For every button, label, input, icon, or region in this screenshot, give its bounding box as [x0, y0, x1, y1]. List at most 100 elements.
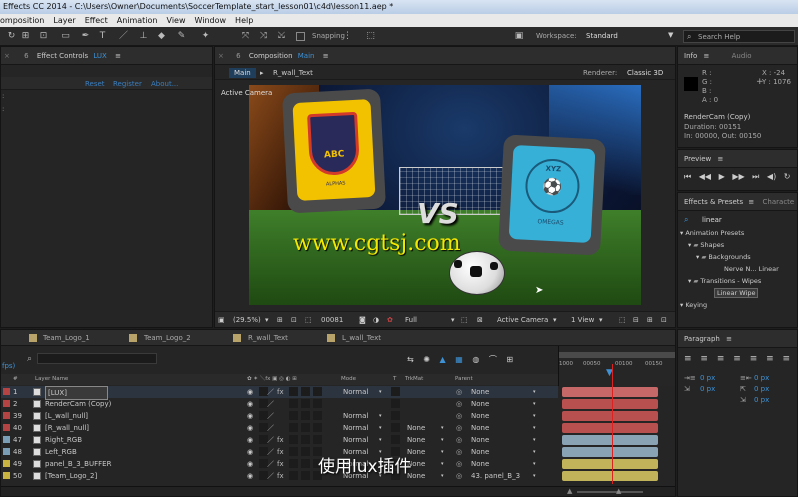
- flowchart-icon[interactable]: ⊞: [647, 312, 653, 328]
- layer-name[interactable]: panel_B_3_BUFFER: [45, 458, 111, 470]
- switch-box[interactable]: [289, 471, 298, 480]
- menu-view[interactable]: View: [167, 14, 186, 27]
- panel-menu-icon[interactable]: ≡: [703, 52, 709, 60]
- layer-name[interactable]: RenderCam (Copy): [45, 398, 111, 410]
- layer-duration-bar[interactable]: [562, 471, 658, 481]
- lock-icon[interactable]: 6: [24, 52, 28, 60]
- layer-row[interactable]: 47 Right_RGB ◉ ／ fx Normal ▾ None ▾ ◎ None ▾: [1, 434, 558, 446]
- switch-box[interactable]: [301, 387, 310, 396]
- label-color-swatch[interactable]: [3, 400, 10, 407]
- blend-mode-select[interactable]: Normal: [343, 434, 368, 446]
- pick-whip-icon[interactable]: ◎: [456, 386, 462, 398]
- pick-whip-icon[interactable]: ◎: [456, 434, 462, 446]
- parent-select[interactable]: None: [471, 446, 489, 458]
- tree-item-transitions-wipes[interactable]: ▾ ▰ Transitions - Wipes: [678, 275, 797, 287]
- pan-behind-tool-icon[interactable]: ⊡: [38, 31, 49, 42]
- menu-layer[interactable]: Layer: [53, 14, 75, 27]
- tree-item-nerve-linear[interactable]: Nerve N... Linear: [678, 263, 797, 275]
- layer-duration-bar[interactable]: [562, 447, 658, 457]
- panel-menu-icon[interactable]: ≡: [115, 52, 121, 60]
- switch-box[interactable]: [313, 399, 322, 408]
- parent-dropdown-icon[interactable]: ▾: [533, 434, 536, 446]
- fx-switch-icon[interactable]: fx: [277, 386, 284, 398]
- view-layout-select[interactable]: 1 View: [571, 312, 594, 328]
- layer-duration-bar[interactable]: [562, 399, 658, 409]
- snapping-checkbox[interactable]: [296, 32, 305, 41]
- visibility-eye-icon[interactable]: ◉: [247, 422, 253, 434]
- fx-switch-icon[interactable]: fx: [277, 446, 284, 458]
- pick-whip-icon[interactable]: ◎: [456, 458, 462, 470]
- puppet-tool-icon[interactable]: ✦: [200, 31, 211, 42]
- parent-select[interactable]: None: [471, 458, 489, 470]
- mask-tool-icon[interactable]: ▭: [60, 31, 71, 42]
- camera-view-select[interactable]: Active Camera: [497, 312, 548, 328]
- switch-box[interactable]: [313, 423, 322, 432]
- switch-box[interactable]: [301, 459, 310, 468]
- next-frame-icon[interactable]: ▶▶: [732, 172, 744, 181]
- preview-tab[interactable]: Preview: [684, 155, 711, 163]
- switch-box[interactable]: [289, 387, 298, 396]
- panel-menu-icon[interactable]: ≡: [748, 198, 754, 206]
- align-left-icon[interactable]: ≡: [684, 354, 692, 364]
- rotate-tool-icon[interactable]: ↻: [6, 31, 17, 42]
- pick-whip-icon[interactable]: ◎: [456, 446, 462, 458]
- quality-switch-icon[interactable]: ／: [267, 410, 274, 422]
- blend-mode-select[interactable]: Normal: [343, 422, 368, 434]
- visibility-eye-icon[interactable]: ◉: [247, 410, 253, 422]
- preserve-transparency-box[interactable]: [391, 435, 400, 444]
- parent-select[interactable]: 43. panel_B_3: [471, 470, 520, 482]
- label-color-swatch[interactable]: [3, 388, 10, 395]
- zoom-out-icon[interactable]: ▲: [567, 487, 572, 495]
- layer-name[interactable]: Left_RGB: [45, 446, 77, 458]
- lock-icon[interactable]: 6: [236, 52, 240, 60]
- comp-mini-flowchart-icon[interactable]: ⇆: [407, 355, 414, 364]
- zoom-dropdown-icon[interactable]: ▾: [265, 312, 269, 328]
- panel-close-icon[interactable]: ×: [4, 52, 10, 60]
- label-color-swatch[interactable]: [3, 460, 10, 467]
- justify-left-icon[interactable]: ≡: [733, 354, 741, 364]
- trkmat-dropdown-icon[interactable]: ▾: [441, 470, 444, 482]
- switch-box[interactable]: [289, 411, 298, 420]
- quality-switch-icon[interactable]: ／: [267, 434, 274, 446]
- character-tab[interactable]: Characte: [763, 198, 795, 206]
- exposure-icon[interactable]: ⊡: [661, 312, 667, 328]
- visibility-eye-icon[interactable]: ◉: [247, 386, 253, 398]
- layer-row[interactable]: 39 [L_wall_null] ◉ ／ Normal ▾ ◎ None ▾: [1, 410, 558, 422]
- layer-duration-bar[interactable]: [562, 435, 658, 445]
- current-frame-field[interactable]: 00081: [321, 312, 343, 328]
- tree-item-shapes[interactable]: ▾ ▰ Shapes: [678, 239, 797, 251]
- panel-menu-icon[interactable]: ≡: [726, 335, 732, 343]
- trkmat-dropdown-icon[interactable]: ▾: [441, 422, 444, 434]
- indent-left-value[interactable]: 0 px: [700, 374, 715, 382]
- paragraph-tab[interactable]: Paragraph: [684, 335, 720, 343]
- search-help-field[interactable]: ⌕ Search Help: [683, 30, 795, 43]
- switch-box[interactable]: [313, 435, 322, 444]
- visibility-eye-icon[interactable]: ◉: [247, 470, 253, 482]
- justify-center-icon[interactable]: ≡: [750, 354, 758, 364]
- zoom-slider[interactable]: [577, 491, 643, 493]
- switch-box[interactable]: [301, 399, 310, 408]
- about-link[interactable]: About...: [151, 80, 178, 88]
- timeline-tab-team-logo-2[interactable]: Team_Logo_2: [144, 330, 191, 346]
- trkmat-dropdown-icon[interactable]: ▾: [441, 458, 444, 470]
- effects-search-input[interactable]: linear: [702, 216, 722, 224]
- switch-box[interactable]: [301, 423, 310, 432]
- layer-row[interactable]: 50 [Team_Logo_2] ◉ ／ fx Normal ▾ None ▾ ◎ 43. pane…: [1, 470, 558, 482]
- layer-row[interactable]: 2 RenderCam (Copy) ◉ ／ ◎ None ▾: [1, 398, 558, 410]
- quality-switch-icon[interactable]: ／: [267, 398, 274, 410]
- camera-view-dropdown-icon[interactable]: ▾: [553, 312, 557, 328]
- blend-mode-select[interactable]: Normal: [343, 386, 368, 398]
- loop-icon[interactable]: ↻: [784, 172, 791, 181]
- previous-frame-icon[interactable]: ◀◀: [699, 172, 711, 181]
- fx-switch-icon[interactable]: fx: [277, 458, 284, 470]
- layer-row[interactable]: 49 panel_B_3_BUFFER ◉ ／ fx Normal ▾ None ▾ ◎ None ▾: [1, 458, 558, 470]
- fx-switch-icon[interactable]: fx: [277, 434, 284, 446]
- menu-effect[interactable]: Effect: [85, 14, 108, 27]
- layer-name[interactable]: Right_RGB: [45, 434, 82, 446]
- workspace-dropdown-icon[interactable]: ▼: [668, 31, 673, 39]
- quality-switch-icon[interactable]: ／: [267, 386, 274, 398]
- parent-dropdown-icon[interactable]: ▾: [533, 398, 536, 410]
- timeline-tab-l-wall-text[interactable]: L_wall_Text: [342, 330, 381, 346]
- label-color-swatch[interactable]: [3, 448, 10, 455]
- pick-whip-icon[interactable]: ◎: [456, 470, 462, 482]
